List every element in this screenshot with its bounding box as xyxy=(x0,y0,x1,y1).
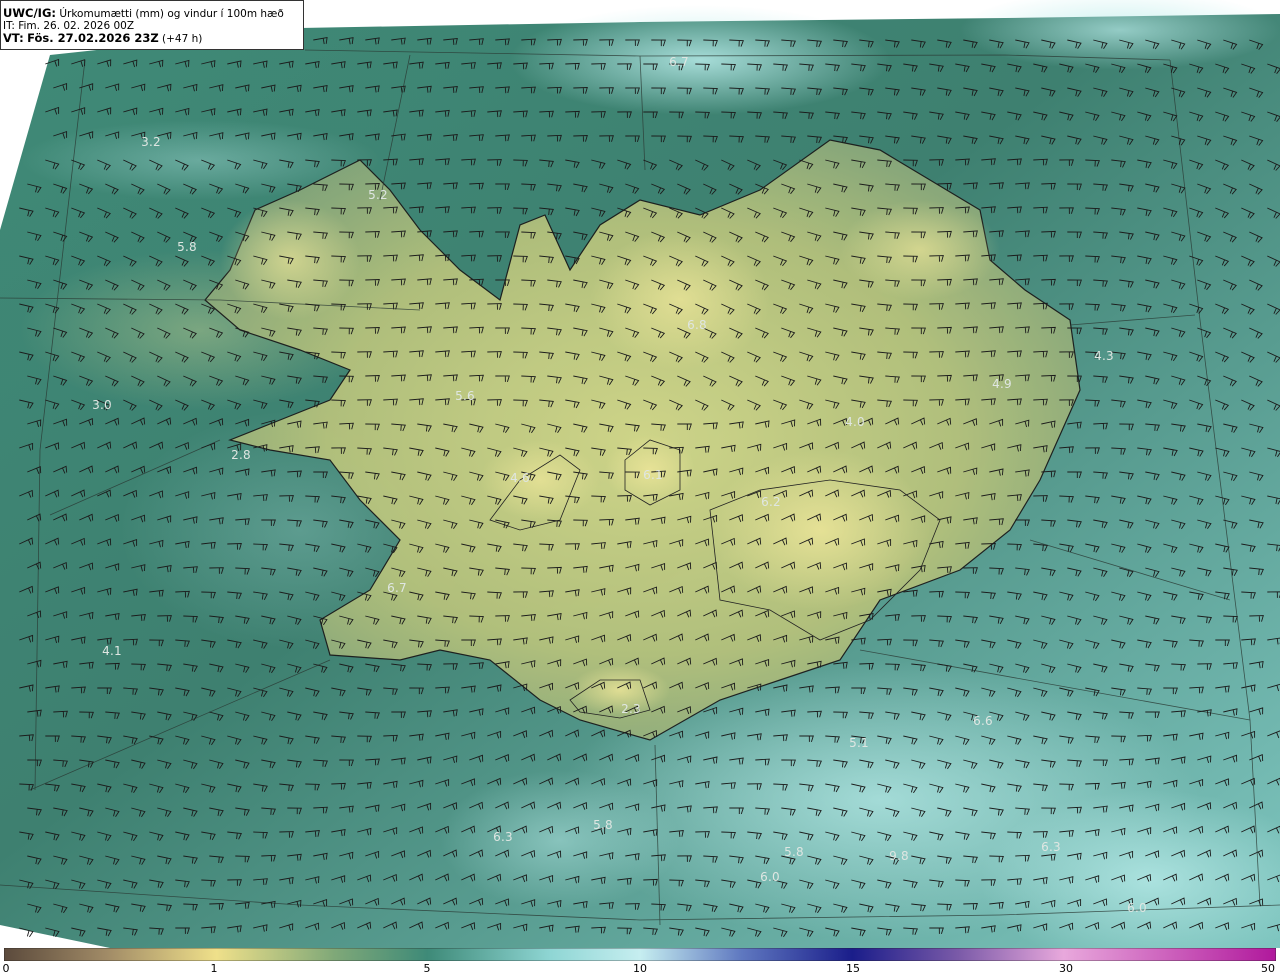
valid-prefix: VT: xyxy=(3,31,24,45)
map-value-label: 6.3 xyxy=(493,830,513,844)
map-value-label: 4.0 xyxy=(845,415,865,429)
map-value-label: 2.3 xyxy=(621,702,641,716)
map-value-label: 6.8 xyxy=(687,318,707,332)
map-value-label: 6.7 xyxy=(387,581,407,595)
map-value-label: 6.0 xyxy=(1127,901,1147,915)
map-value-label: 5.8 xyxy=(784,845,804,859)
map-value-label: 5.8 xyxy=(593,818,613,832)
map-value-label: 6.6 xyxy=(973,714,993,728)
map-title-box: UWC/IG: Úrkomumætti (mm) og vindur í 100… xyxy=(0,0,304,50)
map-value-label: 5.2 xyxy=(368,188,388,202)
colorbar-tick-label: 0 xyxy=(2,962,10,975)
map-value-label: 6.1 xyxy=(643,468,663,482)
colorbar xyxy=(4,948,1276,961)
map-value-label: 4.9 xyxy=(992,377,1012,391)
map-value-label: 4.3 xyxy=(1094,349,1114,363)
map-value-label: 9.8 xyxy=(889,849,909,863)
map-value-label: 6.7 xyxy=(669,55,689,69)
colorbar-tick-label: 30 xyxy=(1059,962,1073,975)
map-value-label: 5.8 xyxy=(177,240,197,254)
map-value-label: 5.6 xyxy=(455,389,475,403)
map-value-label: 4.1 xyxy=(102,644,122,658)
lead-time: (+47 h) xyxy=(162,33,203,45)
map-value-label: 3.2 xyxy=(141,135,161,149)
valid-time: Fös. 27.02.2026 23Z xyxy=(27,31,159,45)
precipitation-wind-map xyxy=(0,0,1280,948)
map-value-label: 4.6 xyxy=(510,471,530,485)
map-value-label: 6.2 xyxy=(761,495,781,509)
map-value-label: 5.1 xyxy=(849,736,869,750)
colorbar-tick-label: 15 xyxy=(846,962,860,975)
colorbar-tick-label: 50 xyxy=(1261,962,1275,975)
map-value-label: 6.0 xyxy=(760,870,780,884)
map-value-label: 2.8 xyxy=(231,448,251,462)
map-value-label: 3.0 xyxy=(92,398,112,412)
colorbar-tick-label: 1 xyxy=(210,962,218,975)
colorbar-tick-label: 5 xyxy=(423,962,431,975)
map-value-label: 6.3 xyxy=(1041,840,1061,854)
colorbar-tick-label: 10 xyxy=(633,962,647,975)
